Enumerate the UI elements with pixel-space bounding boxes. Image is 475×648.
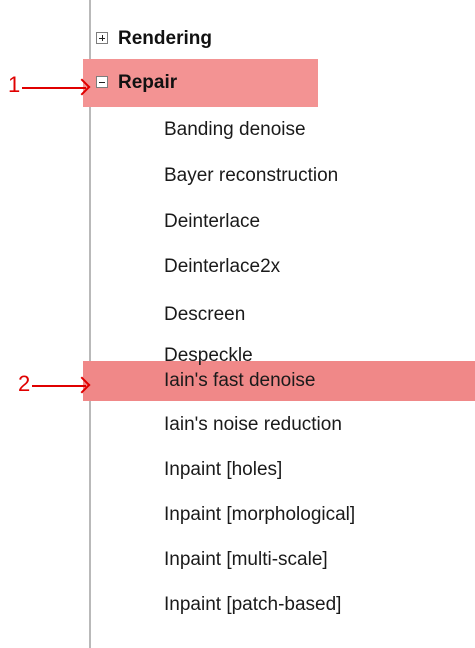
tree-item-label: Inpaint [patch-based] <box>164 594 342 615</box>
tree-item-label: Repair <box>118 72 178 93</box>
tree-item-label: Banding denoise <box>164 119 306 140</box>
tree-item-label: Iain's noise reduction <box>164 414 342 435</box>
plus-box-icon[interactable] <box>96 32 108 44</box>
tree-item-label: Inpaint [holes] <box>164 459 283 480</box>
minus-box-icon[interactable] <box>96 76 108 88</box>
tree-item-label: Inpaint [morphological] <box>164 504 356 525</box>
tree-item-label: Inpaint [multi-scale] <box>164 549 328 570</box>
tree-item-label: Deinterlace <box>164 211 261 232</box>
right-arrow-icon <box>22 87 86 89</box>
tree-item-label: Descreen <box>164 304 246 325</box>
tree-item-label: Rendering <box>118 28 212 49</box>
tree-item-label: Iain's fast denoise <box>164 370 316 391</box>
tree-item-label: Despeckle <box>164 345 253 366</box>
tree-item-label: Deinterlace2x <box>164 256 281 277</box>
right-arrow-icon <box>32 385 86 387</box>
tree-item-label: Bayer reconstruction <box>164 165 339 186</box>
annotation-marker-2: 2 <box>18 371 31 396</box>
annotation-marker-1: 1 <box>8 72 21 97</box>
